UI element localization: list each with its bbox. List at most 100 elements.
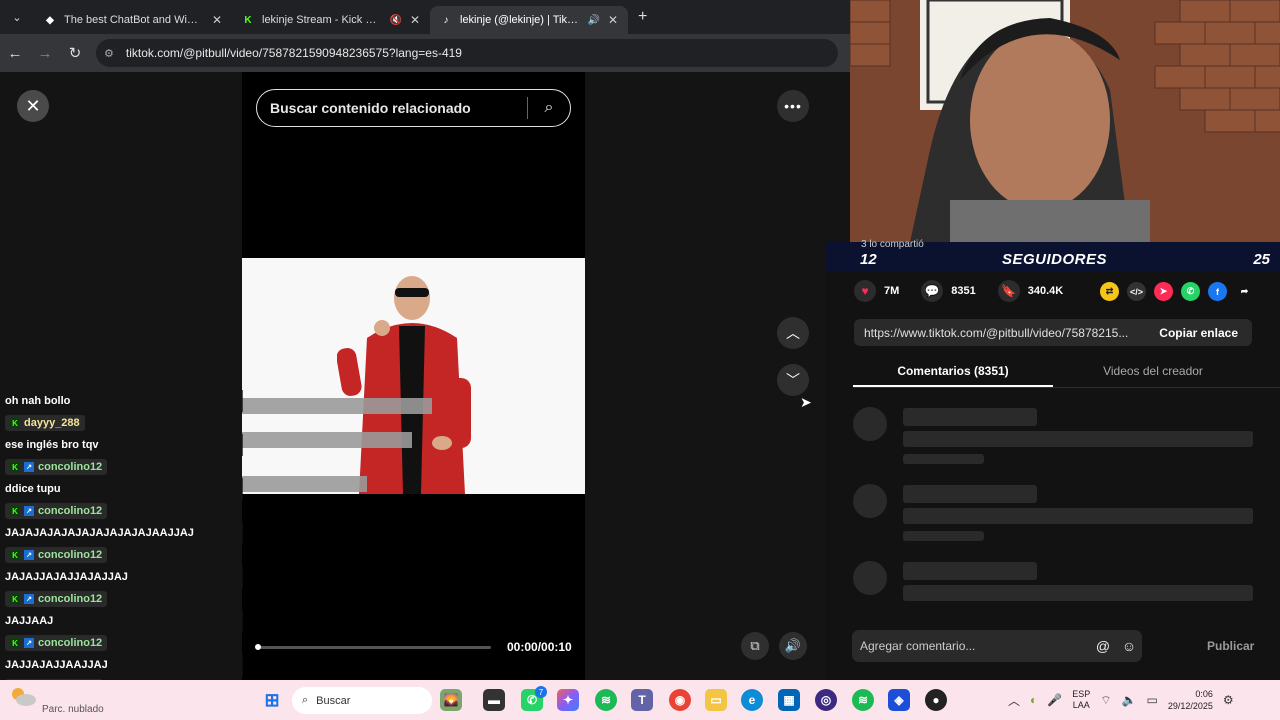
- chat-username[interactable]: K ↗ concolino12: [5, 635, 108, 651]
- facebook-icon[interactable]: f: [1208, 282, 1227, 301]
- chat-username[interactable]: Kdayyy_288: [5, 415, 85, 431]
- browser-tab-bar: ⌄ ◆ The best ChatBot and Widgets ✕ K lek…: [0, 0, 850, 34]
- whatsapp-icon[interactable]: ✆: [1181, 282, 1200, 301]
- windows-start-icon[interactable]: ⊞: [261, 689, 283, 711]
- subscriber-badge-icon: ↗: [24, 638, 34, 648]
- bookmark-icon[interactable]: 🔖: [997, 280, 1020, 302]
- copilot-app-icon[interactable]: ✦: [557, 689, 579, 711]
- heart-icon[interactable]: ♥: [854, 280, 876, 302]
- video-overlay-stripe: [242, 476, 367, 492]
- next-video-button[interactable]: ﹀: [777, 364, 809, 396]
- copy-link-button[interactable]: Copiar enlace: [1145, 326, 1252, 340]
- send-icon[interactable]: ➤: [1154, 282, 1173, 301]
- speaker-icon[interactable]: 🔊: [587, 15, 599, 26]
- obs-app-icon[interactable]: ◎: [815, 689, 837, 711]
- settings-icon[interactable]: ⚙: [1223, 693, 1234, 707]
- chat-message: ese inglés bro tqv: [0, 434, 243, 456]
- volume-icon[interactable]: 🔊: [779, 632, 807, 660]
- share-arrow-icon[interactable]: ➦: [1235, 282, 1254, 301]
- close-tab-icon[interactable]: ✕: [608, 13, 618, 27]
- file-explorer-icon[interactable]: ▭: [705, 689, 727, 711]
- kick-badge-icon: K: [10, 506, 20, 516]
- forward-icon[interactable]: →: [30, 38, 60, 68]
- edge-app-icon[interactable]: e: [741, 689, 763, 711]
- app-icon-blue[interactable]: ◈: [888, 689, 910, 711]
- tab-kick-dashboard[interactable]: K lekinje Stream - Kick Dashbo 🔇 ✕: [232, 6, 430, 34]
- spotify-app-icon[interactable]: ≋: [595, 689, 617, 711]
- clock[interactable]: 0:06 29/12/2025: [1168, 688, 1213, 712]
- tab-tiktok[interactable]: ♪ lekinje (@lekinje) | TikTok 🔊 ✕: [430, 6, 628, 34]
- close-tab-icon[interactable]: ✕: [410, 13, 420, 27]
- chat-username[interactable]: K ↗ concolino12: [5, 503, 108, 519]
- mention-icon[interactable]: @: [1090, 638, 1116, 654]
- video-player[interactable]: [242, 258, 585, 494]
- wifi-icon[interactable]: ⌔: [1100, 693, 1111, 708]
- comment-skeleton-line: [903, 431, 1253, 447]
- mouse-cursor-icon: ➤: [800, 394, 812, 410]
- taskbar-search[interactable]: ⌕ Buscar: [292, 687, 432, 714]
- pip-icon[interactable]: ⧉: [741, 632, 769, 660]
- related-search-input[interactable]: Buscar contenido relacionado ⌕: [256, 89, 571, 127]
- volume-icon[interactable]: 🔈: [1122, 693, 1137, 707]
- chat-message: ddice tupu: [0, 478, 243, 500]
- spotify-app-icon-2[interactable]: ≋: [852, 689, 874, 711]
- tab-search-menu-icon[interactable]: ⌄: [0, 0, 34, 34]
- lang-line-1: ESP: [1072, 689, 1091, 699]
- tab-chatbot[interactable]: ◆ The best ChatBot and Widgets ✕: [34, 6, 232, 34]
- tray-app-icon[interactable]: ◐: [1030, 693, 1037, 707]
- microphone-icon[interactable]: 🎤: [1047, 693, 1062, 707]
- chat-username[interactable]: K ↗ concolino12: [5, 591, 108, 607]
- clock-date: 29/12/2025: [1167, 701, 1213, 711]
- store-app-icon[interactable]: ▦: [778, 689, 800, 711]
- chat-username-row: Kdayyy_288: [0, 412, 243, 434]
- chrome-app-icon[interactable]: ◉: [669, 689, 691, 711]
- emoji-icon[interactable]: ☺: [1116, 638, 1142, 654]
- progress-knob[interactable]: [255, 644, 261, 650]
- reload-icon[interactable]: ↻: [60, 38, 90, 68]
- kick-badge-icon: K: [10, 638, 20, 648]
- new-tab-icon[interactable]: +: [628, 8, 647, 26]
- battery-icon[interactable]: ▭: [1146, 693, 1157, 707]
- weather-widget[interactable]: Parc. nublado: [8, 684, 104, 716]
- tiktok-icon: ♪: [443, 14, 449, 26]
- video-progress-bar[interactable]: [255, 644, 491, 650]
- previous-video-button[interactable]: ︿: [777, 317, 809, 349]
- followers-goal: 25: [1253, 251, 1270, 268]
- chat-username[interactable]: K ↗ concolino12: [5, 547, 108, 563]
- tab-creator-videos[interactable]: Videos del creador: [1053, 358, 1253, 387]
- address-bar[interactable]: ⚙ tiktok.com/@pitbull/video/758782159094…: [96, 39, 838, 67]
- close-tab-icon[interactable]: ✕: [212, 13, 222, 27]
- username-text: concolino12: [38, 549, 103, 561]
- subscriber-badge-icon: ↗: [24, 594, 34, 604]
- terminal-app-icon[interactable]: ▬: [483, 689, 505, 711]
- comment-skeleton-line: [903, 508, 1253, 524]
- comment-icon[interactable]: 💬: [921, 280, 944, 302]
- search-icon[interactable]: ⌕: [528, 99, 570, 117]
- chevron-up-icon[interactable]: ︿: [1008, 692, 1020, 709]
- chat-username[interactable]: K ↗ concolino12: [5, 459, 108, 475]
- app-icon-dark[interactable]: ●: [925, 689, 947, 711]
- tab-comments[interactable]: Comentarios (8351): [853, 358, 1053, 387]
- followers-current: 12: [860, 251, 877, 268]
- kick-badge-icon: K: [10, 418, 20, 428]
- repost-icon[interactable]: ⇄: [1100, 282, 1119, 301]
- comment-skeleton-line: [903, 585, 1253, 601]
- chat-message: JAJJAJAJJAAJJAJ: [0, 654, 243, 676]
- back-icon[interactable]: ←: [0, 38, 30, 68]
- publish-button[interactable]: Publicar: [1207, 639, 1254, 653]
- username-text: concolino12: [38, 637, 103, 649]
- comment-skeleton-line: [903, 408, 1037, 426]
- browser-nav-bar: ← → ↻ ⚙ tiktok.com/@pitbull/video/758782…: [0, 34, 850, 72]
- embed-icon[interactable]: </>: [1127, 282, 1146, 301]
- site-info-icon[interactable]: ⚙: [104, 47, 114, 60]
- more-options-button[interactable]: •••: [777, 90, 809, 122]
- muted-speaker-icon[interactable]: 🔇: [389, 15, 401, 26]
- close-video-button[interactable]: ✕: [17, 90, 49, 122]
- comment-input[interactable]: Agregar comentario... @ ☺: [852, 630, 1142, 662]
- widgets-app-icon[interactable]: 🌄: [440, 689, 462, 711]
- language-indicator[interactable]: ESP LAA: [1072, 689, 1090, 711]
- teams-app-icon[interactable]: T: [631, 689, 653, 711]
- stream-chat-overlay: oh nah bollo Kdayyy_288 ese inglés bro tqv…: [0, 390, 243, 698]
- followers-goal-bar: 3 lo compartió 12 SEGUIDORES 25: [826, 239, 1280, 272]
- share-link-url[interactable]: https://www.tiktok.com/@pitbull/video/75…: [854, 326, 1145, 340]
